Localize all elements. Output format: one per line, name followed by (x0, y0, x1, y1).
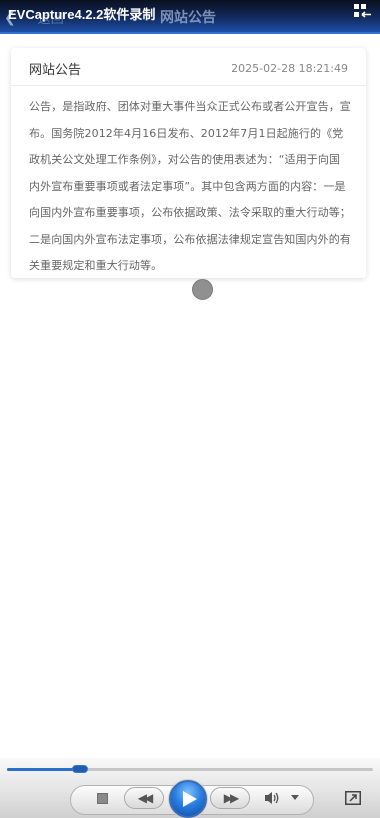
chevron-down-icon[interactable] (291, 795, 299, 800)
rewind-button[interactable]: ◀◀ (124, 787, 164, 809)
screen: ❮ 返回 网站公告 EVCapture4.2.2软件录制 网站公告 2025-0… (0, 0, 380, 818)
announcement-body: 公告，是指政府、团体对重大事件当众正式公布或者公开宣告，宣布。国务院2012年4… (29, 100, 351, 272)
recording-watermark: EVCapture4.2.2软件录制 (8, 7, 156, 22)
speaker-icon[interactable] (264, 790, 280, 806)
announcement-card: 网站公告 2025-02-28 18:21:49 公告，是指政府、团体对重大事件… (11, 48, 366, 278)
seek-bar[interactable] (7, 765, 373, 773)
nav-title: 网站公告 (160, 10, 216, 26)
seek-bar-progress (7, 768, 81, 771)
expand-icon[interactable] (345, 791, 361, 805)
fast-forward-button[interactable]: ▶▶ (210, 787, 250, 809)
card-header: 网站公告 2025-02-28 18:21:49 (11, 48, 366, 86)
rewind-icon: ◀◀ (137, 791, 154, 805)
play-icon (183, 791, 197, 807)
announcement-title: 网站公告 (29, 63, 82, 78)
announcement-date: 2025-02-28 18:21:49 (231, 62, 348, 75)
grid-collapse-icon[interactable] (354, 4, 372, 20)
loading-indicator (192, 279, 213, 300)
seek-handle[interactable] (72, 765, 89, 773)
play-button[interactable] (169, 780, 207, 818)
stop-button[interactable] (97, 793, 108, 804)
fast-forward-icon: ▶▶ (223, 791, 240, 805)
top-nav-bar: ❮ 返回 网站公告 EVCapture4.2.2软件录制 (0, 0, 380, 34)
